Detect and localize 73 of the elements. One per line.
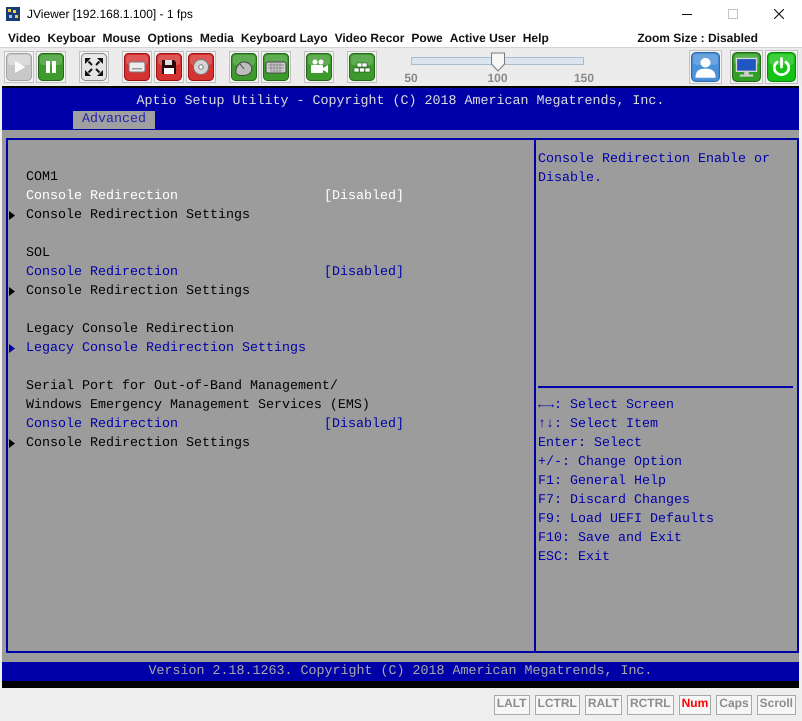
monitor-button[interactable] [730, 50, 763, 84]
slider-label: 150 [572, 72, 596, 84]
monitor-icon [732, 52, 761, 82]
key-help-line: Enter: Select [538, 435, 643, 453]
key-help-line: ↑↓: Select Item [538, 416, 659, 434]
key-help-line: ←→: Select Screen [538, 397, 675, 415]
key-help-line: +/-: Change Option [538, 454, 683, 472]
menu-item[interactable]: Video Recor [332, 30, 408, 44]
menu-item[interactable]: Powe [408, 30, 446, 44]
setting-label[interactable]: Console Redirection [26, 263, 324, 282]
menu-item[interactable]: Mouse [100, 30, 144, 44]
floppy-button[interactable] [154, 51, 184, 83]
close-icon [774, 9, 784, 19]
menu-item[interactable]: Active User [446, 30, 519, 44]
window-title: JViewer [192.168.1.100] - 1 fps [27, 7, 194, 21]
video-camera-icon [306, 53, 332, 81]
blocks-icon [349, 53, 375, 81]
camera-button[interactable] [304, 51, 334, 83]
key-indicator: LCTRL [534, 694, 580, 714]
zoom-slider[interactable] [411, 52, 584, 72]
section-heading: COM1 [26, 169, 59, 187]
key-help-line: F10: Save and Exit [538, 530, 683, 548]
drive-button[interactable] [122, 51, 152, 83]
user-button[interactable] [689, 50, 722, 84]
mouse-icon [231, 53, 257, 81]
menu-item[interactable]: Keyboard Layo [238, 30, 331, 44]
pause-icon [38, 53, 64, 81]
setting-label[interactable]: Console Redirection [26, 415, 324, 434]
section-heading: Serial Port for Out-of-Band Management/ [26, 378, 339, 396]
setting-value[interactable]: [Disabled] [324, 263, 534, 282]
user-icon [691, 52, 720, 82]
submenu-link[interactable]: Legacy Console Redirection Settings [26, 339, 534, 358]
bios-title: Aptio Setup Utility - Copyright (C) 2018 American Megatrends, Inc. [136, 93, 666, 111]
menu-item[interactable]: Video [5, 30, 44, 44]
fullscreen-button[interactable] [79, 51, 109, 83]
fullscreen-icon [81, 53, 107, 81]
key-indicator: RCTRL [626, 694, 674, 714]
section-heading: SOL [26, 245, 51, 263]
key-indicator: LALT [494, 694, 530, 714]
menu-item[interactable]: Help [520, 30, 552, 44]
disc-button[interactable] [186, 51, 216, 83]
drive-icon [124, 53, 150, 81]
menu-item[interactable]: Media [196, 30, 237, 44]
key-indicator: Scroll [756, 694, 796, 714]
keyboard-icon [263, 53, 289, 81]
section-heading: Windows Emergency Management Services (EMS) [26, 397, 371, 415]
footer-text: Version 2.18.1263. Copyright (C) 2018 American Megatrends, Inc. [148, 664, 652, 679]
play-icon [6, 53, 32, 81]
key-indicator: RALT [584, 694, 622, 714]
keyboard-button[interactable] [261, 51, 291, 83]
zoom-status: Zoom Size : Disabled [637, 30, 758, 44]
key-help-line: F9: Load UEFI Defaults [538, 511, 715, 529]
key-help-line: F7: Discard Changes [538, 492, 691, 510]
bios-tab[interactable]: Advanced [73, 111, 155, 129]
key-indicator: Caps [716, 694, 752, 714]
key-help-line: ESC: Exit [538, 549, 611, 567]
menu-item[interactable]: Keyboar [44, 30, 98, 44]
slider-label: 100 [486, 72, 509, 84]
maximize-icon [728, 9, 738, 19]
app-icon [6, 7, 20, 21]
help-text: Console Redirection Enable or Disable. [538, 151, 771, 188]
power-button[interactable] [765, 50, 798, 84]
menu-item[interactable]: Options [144, 30, 196, 44]
key-help-line: F1: General Help [538, 473, 667, 491]
slider-label: 50 [403, 72, 419, 84]
key-indicator: Num [678, 694, 712, 714]
blocks-button[interactable] [347, 51, 377, 83]
mouse-button[interactable] [229, 51, 259, 83]
power-icon [767, 52, 796, 82]
pause-button[interactable] [36, 51, 66, 83]
section-heading: Legacy Console Redirection [26, 321, 235, 339]
setting-value[interactable]: [Disabled] [324, 415, 534, 434]
slider-thumb[interactable] [490, 52, 505, 72]
